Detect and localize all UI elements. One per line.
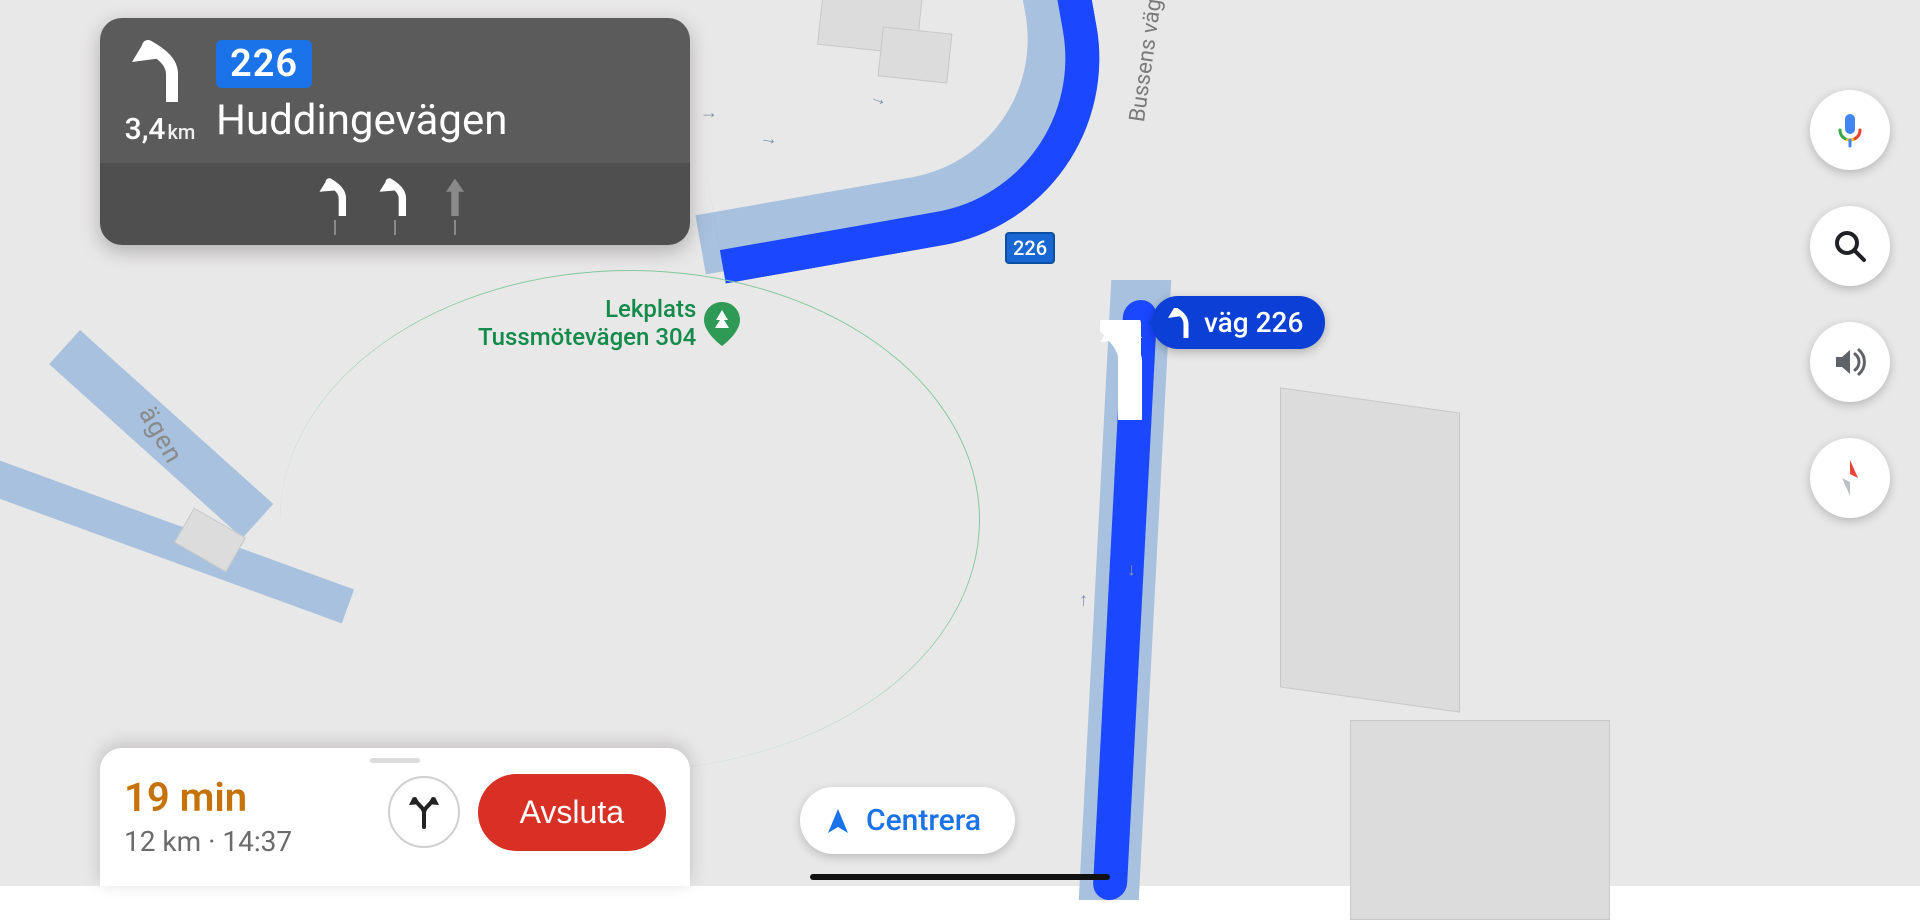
distance-value: 3,4 (125, 112, 166, 147)
route-options-button[interactable] (388, 776, 460, 848)
vehicle-chevron-icon (1100, 320, 1160, 424)
drag-handle[interactable] (370, 758, 420, 763)
tree-pin-icon (704, 302, 740, 346)
distance-unit: km (167, 120, 195, 144)
route-alternatives-icon (405, 793, 443, 831)
recenter-label: Centrera (866, 803, 981, 838)
maneuver-column: 3,4km (130, 40, 190, 147)
trip-info: 19 min 12 km · 14:37 (124, 766, 370, 858)
direction-card-top: 3,4km 226 Huddingevägen (100, 18, 690, 163)
fab-column (1810, 90, 1890, 518)
poi-label: Lekplats Tussmötevägen 304 (478, 296, 696, 351)
recenter-button[interactable]: Centrera (800, 787, 1015, 854)
lane-fork-left-active (374, 177, 416, 235)
voice-search-button[interactable] (1810, 90, 1890, 170)
street-label: Bussens väg (1125, 0, 1167, 123)
maneuver-distance: 3,4km (125, 112, 196, 147)
lane-fork-left-active (314, 177, 356, 235)
compass-button[interactable] (1810, 438, 1890, 518)
direction-card[interactable]: 3,4km 226 Huddingevägen (100, 18, 690, 245)
turn-bubble-label: väg 226 (1204, 306, 1303, 339)
map-canvas[interactable]: → → → → → Lekplats Tussmötevägen 304 226… (0, 0, 1920, 886)
compass-icon (1828, 456, 1872, 500)
poi-name-line: Tussmötevägen 304 (478, 324, 696, 352)
traffic-arrow-icon: → (1124, 562, 1145, 580)
lane-straight-inactive (434, 177, 476, 235)
eta-duration: 19 min (124, 774, 370, 821)
road-shield: 226 (216, 40, 312, 88)
direction-text: 226 Huddingevägen (216, 40, 660, 145)
lane-guidance (100, 163, 690, 245)
road-number-badge: 226 (1005, 232, 1055, 264)
upcoming-turn-bubble[interactable]: väg 226 (1152, 296, 1325, 349)
microphone-icon (1830, 110, 1870, 150)
speaker-icon (1830, 342, 1870, 382)
map-building (1280, 387, 1460, 712)
fork-left-icon (1168, 308, 1194, 338)
home-indicator (810, 874, 1110, 880)
map-building (1350, 720, 1610, 920)
map-poi[interactable]: Lekplats Tussmötevägen 304 (478, 296, 740, 351)
poi-name-line: Lekplats (478, 296, 696, 324)
end-navigation-button[interactable]: Avsluta (478, 774, 666, 851)
eta-distance-time: 12 km · 14:37 (124, 825, 370, 858)
search-button[interactable] (1810, 206, 1890, 286)
traffic-arrow-icon: → (1071, 592, 1092, 610)
traffic-arrow-icon: → (700, 102, 718, 123)
road-name: Huddingevägen (216, 96, 660, 145)
sound-button[interactable] (1810, 322, 1890, 402)
map-building (878, 26, 953, 83)
search-icon (1830, 226, 1870, 266)
fork-left-icon (132, 40, 188, 102)
traffic-arrow-icon: → (759, 127, 780, 150)
navigation-arrow-icon (824, 807, 852, 835)
trip-summary-card[interactable]: 19 min 12 km · 14:37 Avsluta (100, 748, 690, 886)
